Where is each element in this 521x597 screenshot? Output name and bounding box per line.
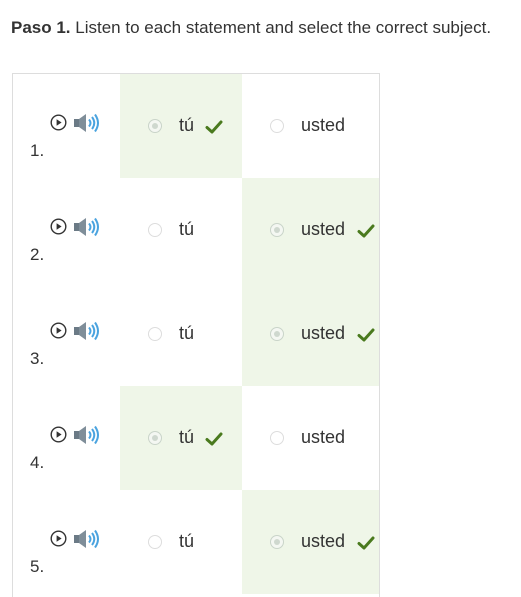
- answer-option[interactable]: usted: [242, 178, 379, 282]
- question-number: 4.: [30, 453, 45, 472]
- option-label: tú: [179, 219, 195, 239]
- answer-option[interactable]: tú: [120, 490, 242, 594]
- radio-button[interactable]: [148, 119, 162, 133]
- answer-option[interactable]: tú: [120, 178, 242, 282]
- question-number: 3.: [30, 349, 45, 368]
- instruction-text: Paso 1. Listen to each statement and sel…: [11, 18, 491, 38]
- option-label: tú: [179, 531, 195, 551]
- radio-button[interactable]: [148, 327, 162, 341]
- play-icon[interactable]: [50, 114, 67, 131]
- radio-button[interactable]: [148, 223, 162, 237]
- option-label: usted: [301, 531, 346, 551]
- option-label: tú: [179, 115, 195, 135]
- radio-button[interactable]: [270, 431, 284, 445]
- radio-button[interactable]: [270, 535, 284, 549]
- answer-option[interactable]: tú: [120, 282, 242, 386]
- question-audio-cell: 3.: [13, 282, 120, 386]
- question-row: 3. tú usted: [13, 282, 379, 386]
- radio-button[interactable]: [270, 223, 284, 237]
- question-number: 2.: [30, 245, 45, 264]
- answer-option[interactable]: tú: [120, 74, 242, 178]
- radio-button[interactable]: [270, 327, 284, 341]
- radio-button[interactable]: [270, 119, 284, 133]
- answer-option[interactable]: usted: [242, 490, 379, 594]
- question-number: 5.: [30, 557, 45, 576]
- play-icon[interactable]: [50, 322, 67, 339]
- question-row: 4. tú usted: [13, 386, 379, 490]
- answer-option[interactable]: tú: [120, 386, 242, 490]
- question-number: 1.: [30, 141, 45, 160]
- play-icon[interactable]: [50, 426, 67, 443]
- option-label: tú: [179, 427, 195, 447]
- checkmark-icon: [357, 328, 375, 342]
- question-audio-cell: 2.: [13, 178, 120, 282]
- question-audio-cell: 4.: [13, 386, 120, 490]
- option-label: usted: [301, 219, 346, 239]
- radio-button[interactable]: [148, 535, 162, 549]
- checkmark-icon: [357, 536, 375, 550]
- speaker-icon[interactable]: [73, 216, 101, 238]
- question-row: 1. tú usted: [13, 74, 379, 178]
- answer-option[interactable]: usted: [242, 386, 379, 490]
- radio-button[interactable]: [148, 431, 162, 445]
- checkmark-icon: [205, 432, 223, 446]
- speaker-icon[interactable]: [73, 528, 101, 550]
- option-label: usted: [301, 427, 346, 447]
- speaker-icon[interactable]: [73, 320, 101, 342]
- question-audio-cell: 1.: [13, 74, 120, 178]
- answer-option[interactable]: usted: [242, 282, 379, 386]
- checkmark-icon: [357, 224, 375, 238]
- question-row: 2. tú usted: [13, 178, 379, 282]
- speaker-icon[interactable]: [73, 424, 101, 446]
- play-icon[interactable]: [50, 218, 67, 235]
- play-icon[interactable]: [50, 530, 67, 547]
- instruction-body: Listen to each statement and select the …: [70, 18, 492, 37]
- speaker-icon[interactable]: [73, 112, 101, 134]
- answer-option[interactable]: usted: [242, 74, 379, 178]
- question-row: 5. tú usted: [13, 490, 379, 594]
- checkmark-icon: [205, 120, 223, 134]
- option-label: usted: [301, 115, 346, 135]
- step-label: Paso 1.: [11, 18, 71, 37]
- option-label: tú: [179, 323, 195, 343]
- question-audio-cell: 5.: [13, 490, 120, 594]
- question-grid: 1. tú usted 2. tú usted 3. tú usted 4. tú usted 5. tú…: [12, 73, 380, 597]
- option-label: usted: [301, 323, 346, 343]
